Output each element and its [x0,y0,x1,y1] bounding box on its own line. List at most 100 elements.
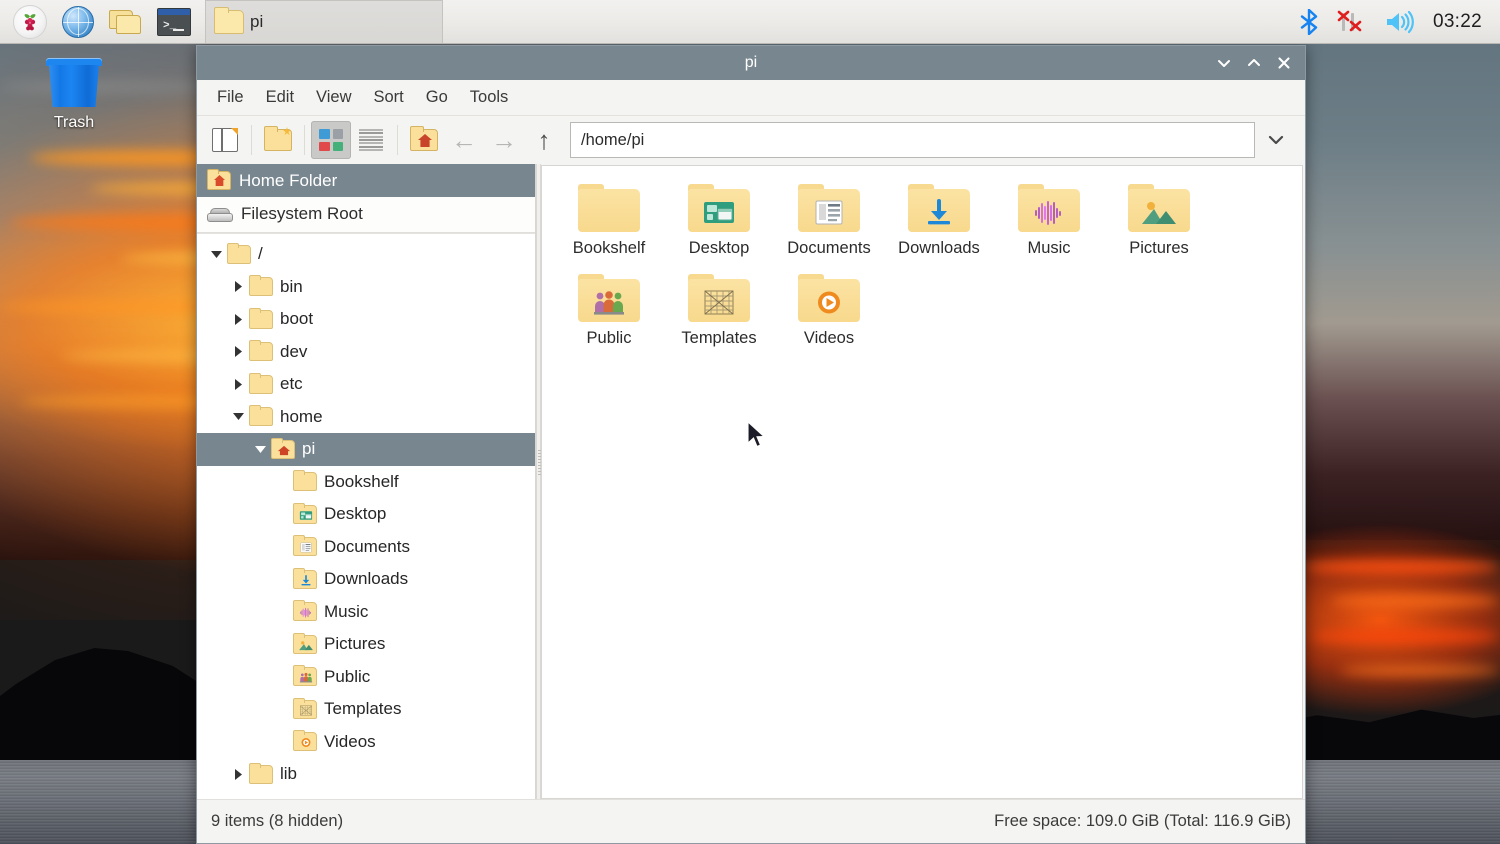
tree-item-downloads[interactable]: Downloads [197,563,535,596]
status-free-space: Free space: 109.0 GiB (Total: 116.9 GiB) [994,812,1291,831]
list-view-button[interactable] [351,121,391,159]
file-item-label: Music [1027,239,1070,258]
chevron-down-icon[interactable] [249,445,271,454]
tree-item-pictures[interactable]: Pictures [197,628,535,661]
tree-item-videos[interactable]: Videos [197,726,535,759]
menu-sort[interactable]: Sort [364,84,414,111]
raspberry-menu-icon[interactable] [6,1,54,43]
drive-icon [207,205,233,222]
folder-icon [293,472,317,491]
toggle-sidebar-button[interactable] [205,121,245,159]
place-filesystem-root[interactable]: Filesystem Root [197,197,535,230]
file-item-bookshelf[interactable]: Bookshelf [554,178,664,268]
chevron-right-icon[interactable] [227,280,249,293]
sidebar-icon [212,128,238,152]
up-button[interactable]: ↑ [524,121,564,159]
menu-tools[interactable]: Tools [460,84,519,111]
tree-item-music[interactable]: Music [197,596,535,629]
tree-item-label: Bookshelf [324,472,399,492]
tree-item-home[interactable]: home [197,401,535,434]
path-input[interactable]: /home/pi [570,122,1255,158]
network-disconnected-icon[interactable] [1337,9,1367,35]
tree-item-[interactable]: / [197,238,535,271]
tree-item-label: bin [280,277,303,297]
chevron-down-icon[interactable] [227,412,249,421]
downloads-folder-icon [908,184,970,232]
tree-item-documents[interactable]: Documents [197,531,535,564]
public-folder-icon [578,274,640,322]
file-item-downloads[interactable]: Downloads [884,178,994,268]
videos-folder-icon [798,274,860,322]
file-item-documents[interactable]: Documents [774,178,884,268]
templates-folder-icon [293,700,317,719]
file-item-templates[interactable]: Templates [664,268,774,358]
taskbar-window-button-pi[interactable]: pi [205,0,443,43]
tree-item-lib[interactable]: lib [197,758,535,791]
menu-edit[interactable]: Edit [256,84,304,111]
taskbar-window-button-label: pi [250,12,263,32]
menu-go[interactable]: Go [416,84,458,111]
terminal-icon[interactable]: >_ [150,1,198,43]
file-item-desktop[interactable]: Desktop [664,178,774,268]
new-folder-icon [264,129,292,151]
pictures-folder-icon [1128,184,1190,232]
tree-item-pi[interactable]: pi [197,433,535,466]
chevron-right-icon[interactable] [227,768,249,781]
forward-button[interactable]: → [484,121,524,159]
new-folder-button[interactable] [258,121,298,159]
wallpaper-cloud [1330,595,1500,607]
taskbar-clock[interactable]: 03:22 [1433,11,1482,33]
tree-item-templates[interactable]: Templates [197,693,535,726]
file-item-public[interactable]: Public [554,268,664,358]
icon-view-button[interactable] [311,121,351,159]
bluetooth-icon[interactable] [1299,9,1319,35]
volume-icon[interactable] [1385,10,1415,34]
desktop-icon-trash[interactable]: Trash [34,58,114,144]
place-home-folder[interactable]: Home Folder [197,164,535,197]
chevron-right-icon[interactable] [227,313,249,326]
minimize-button[interactable] [1209,48,1239,78]
web-browser-icon[interactable] [54,1,102,43]
folder-icon [227,245,251,264]
tree-item-label: Pictures [324,634,385,654]
chevron-down-icon[interactable] [205,250,227,259]
directory-tree[interactable]: / bin bootdevetchomepi Bookshelf Desktop Docu… [197,233,535,799]
tree-item-dev[interactable]: dev [197,336,535,369]
file-manager-icon[interactable] [102,1,150,43]
toolbar-separator [304,125,305,155]
music-folder-icon [1018,184,1080,232]
folder-icon [249,277,273,296]
chevron-right-icon[interactable] [227,345,249,358]
tree-item-bin[interactable]: bin [197,271,535,304]
tree-item-label: Downloads [324,569,408,589]
status-bar: 9 items (8 hidden) Free space: 109.0 GiB… [197,799,1305,843]
arrow-up-icon: ↑ [538,127,551,153]
file-item-label: Downloads [898,239,980,258]
window-body: Home Folder Filesystem Root / bin bootdeve… [197,164,1305,799]
window-titlebar[interactable]: pi [197,46,1305,80]
tree-item-etc[interactable]: etc [197,368,535,401]
tree-item-label: lib [280,764,297,784]
file-item-videos[interactable]: Videos [774,268,884,358]
path-dropdown-button[interactable] [1255,121,1297,159]
tree-item-desktop[interactable]: Desktop [197,498,535,531]
tree-item-public[interactable]: Public [197,661,535,694]
chevron-right-icon[interactable] [227,378,249,391]
tree-item-bookshelf[interactable]: Bookshelf [197,466,535,499]
tree-item-label: Documents [324,537,410,557]
file-item-pictures[interactable]: Pictures [1104,178,1214,268]
close-button[interactable] [1269,48,1299,78]
menu-file[interactable]: File [207,84,254,111]
taskbar-launchers: >_ [0,1,198,43]
music-folder-icon [293,602,317,621]
folder-icon [249,342,273,361]
downloads-folder-icon [293,570,317,589]
maximize-button[interactable] [1239,48,1269,78]
home-button[interactable] [404,121,444,159]
file-list-pane[interactable]: BookshelfDesktopDocuments Downloads Music… [541,165,1303,799]
menu-view[interactable]: View [306,84,361,111]
back-button[interactable]: ← [444,121,484,159]
tree-item-boot[interactable]: boot [197,303,535,336]
tree-item-label: Music [324,602,368,622]
file-item-music[interactable]: Music [994,178,1104,268]
